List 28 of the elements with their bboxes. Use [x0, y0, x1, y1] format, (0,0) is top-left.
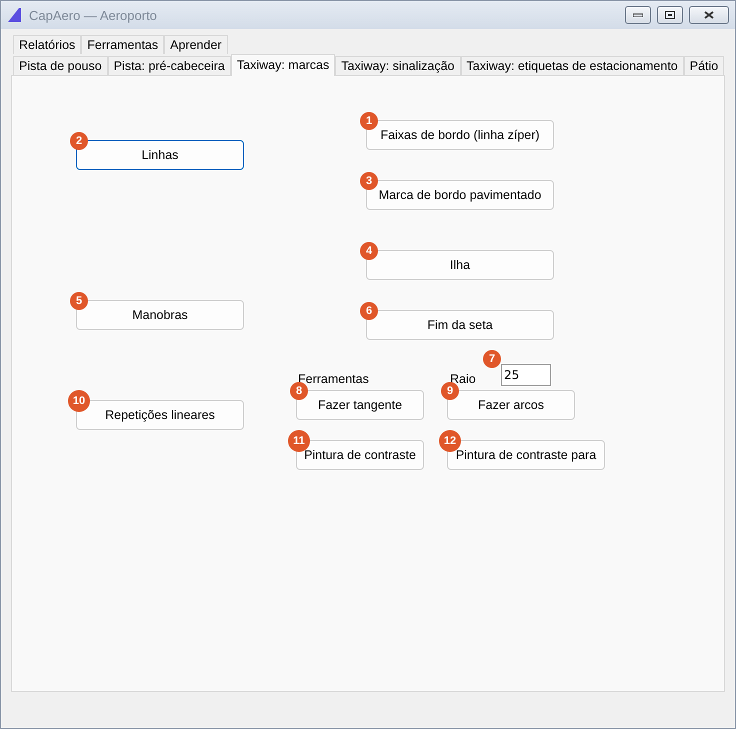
minimize-button[interactable]: [625, 6, 651, 24]
tab[interactable]: Pátio: [684, 56, 724, 75]
tab[interactable]: Taxiway: etiquetas de estacionamento: [460, 56, 684, 75]
tab[interactable]: Aprender: [164, 35, 228, 54]
tab[interactable]: Taxiway: sinalização: [335, 56, 461, 75]
number-badge: 1: [360, 112, 378, 130]
number-badge: 8: [290, 382, 308, 400]
maximize-button[interactable]: [657, 6, 683, 24]
number-badge: 2: [70, 132, 88, 150]
number-badge: 10: [68, 390, 90, 412]
tab[interactable]: Taxiway: marcas: [230, 54, 336, 76]
number-badge: 6: [360, 302, 378, 320]
close-button[interactable]: [689, 6, 729, 24]
number-badge: 3: [360, 172, 378, 190]
number-badge: 5: [70, 292, 88, 310]
tab[interactable]: Pista de pouso: [13, 56, 108, 75]
tab[interactable]: Pista: pré-cabeceira: [108, 56, 231, 75]
number-badge: 7: [483, 350, 501, 368]
minimize-icon: [633, 13, 643, 17]
close-icon: [704, 11, 714, 19]
maximize-icon: [665, 11, 675, 19]
tab[interactable]: Relatórios: [13, 35, 82, 54]
number-badge: 4: [360, 242, 378, 260]
window-title: CapAero — Aeroporto: [29, 8, 158, 22]
logo-icon: [7, 7, 23, 23]
radius-field[interactable]: 25: [501, 364, 551, 386]
tab[interactable]: Ferramentas: [81, 35, 164, 54]
number-badge: 9: [441, 382, 459, 400]
